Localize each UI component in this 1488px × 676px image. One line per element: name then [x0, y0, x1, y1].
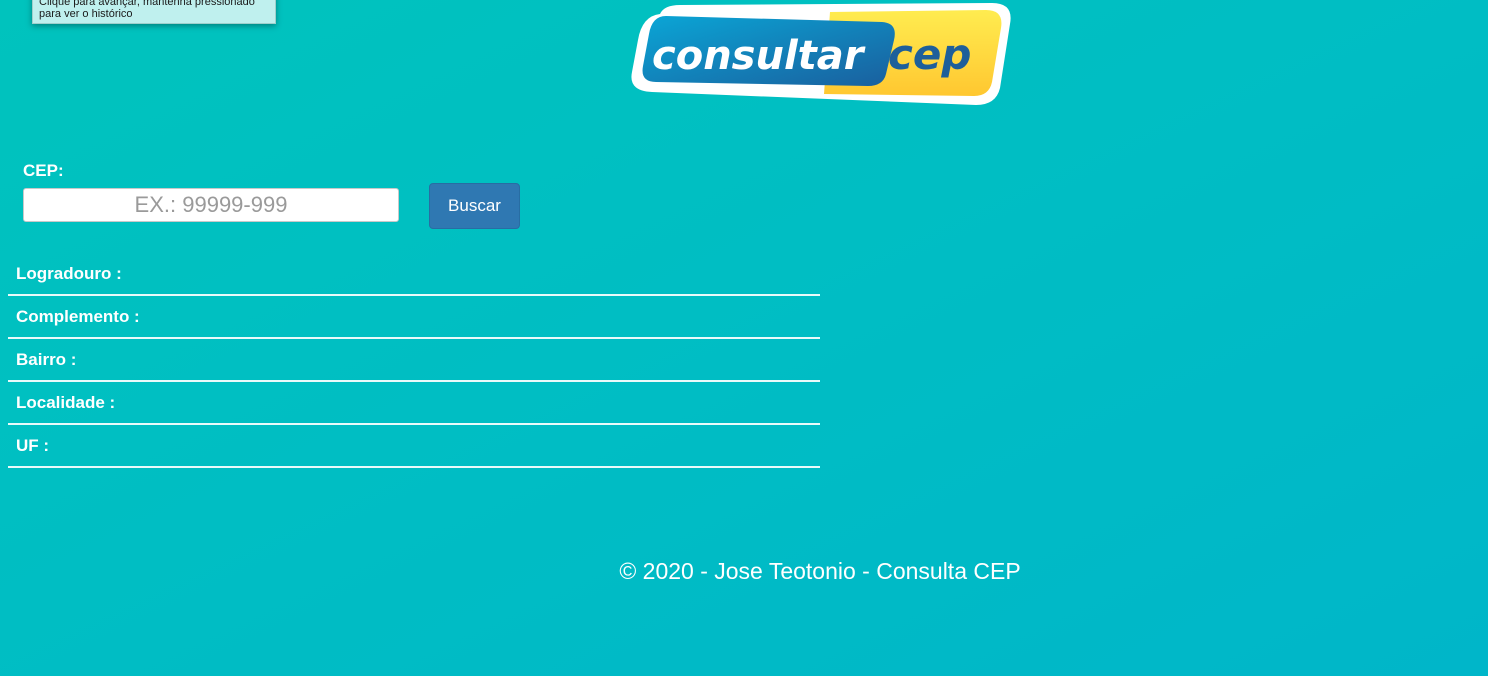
- consultar-cep-logo: consultar cep: [630, 2, 1012, 106]
- tooltip-line-1: Clique para avançar, mantenha pressionad…: [39, 0, 255, 8]
- result-row-logradouro: Logradouro :: [8, 253, 820, 296]
- footer-copyright: © 2020 - Jose Teotonio - Consulta CEP: [619, 558, 1021, 584]
- cep-label: CEP:: [23, 161, 64, 180]
- result-row-complemento: Complemento :: [8, 296, 820, 339]
- search-button[interactable]: Buscar: [429, 183, 520, 229]
- address-results: Logradouro : Complemento : Bairro : Loca…: [8, 253, 820, 468]
- result-label: Complemento :: [16, 306, 140, 326]
- result-label: Logradouro :: [16, 263, 122, 283]
- result-row-localidade: Localidade :: [8, 382, 820, 425]
- result-label: Bairro :: [16, 349, 77, 369]
- tooltip-line-2: para ver o histórico: [39, 8, 133, 20]
- logo-text-consultar: consultar: [652, 33, 866, 79]
- result-label: Localidade :: [16, 392, 116, 412]
- result-row-bairro: Bairro :: [8, 339, 820, 382]
- result-row-uf: UF :: [8, 425, 820, 468]
- logo-text-cep: cep: [888, 30, 971, 79]
- back-button-tooltip: Clique para avançar, mantenha pressionad…: [32, 0, 276, 24]
- cep-input[interactable]: [23, 188, 399, 222]
- result-label: UF :: [16, 435, 50, 455]
